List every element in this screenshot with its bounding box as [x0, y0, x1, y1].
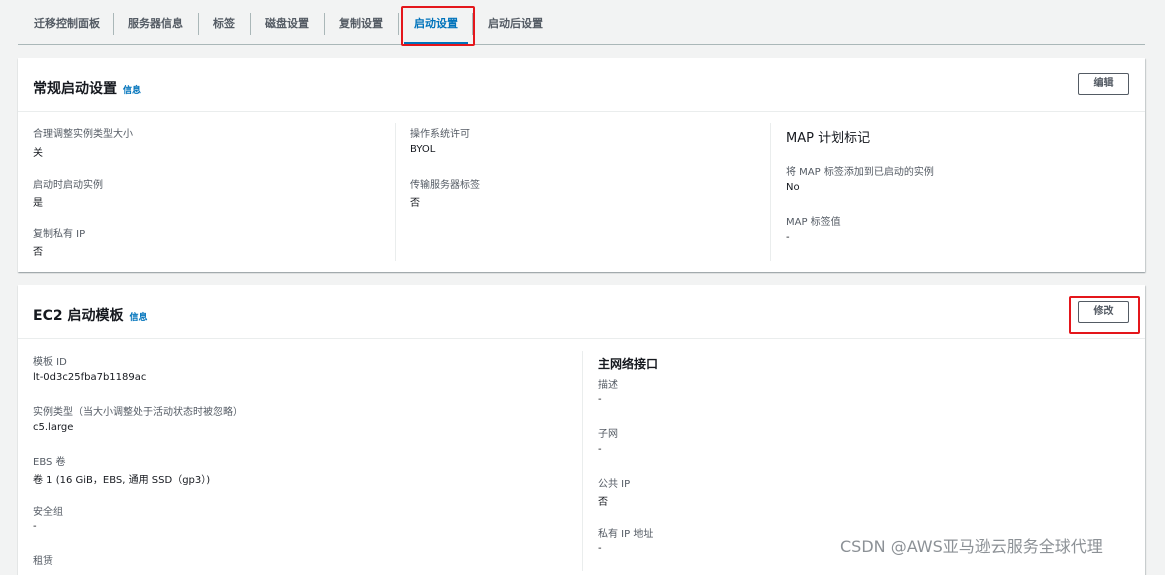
- field-label: 传输服务器标签: [410, 180, 480, 191]
- field-label: 复制私有 IP: [33, 229, 86, 240]
- panel-title: EC2 启动模板 信息: [33, 305, 147, 325]
- field-value: -: [786, 232, 790, 243]
- tab-divider: [398, 13, 399, 35]
- tab-bar: 迁移控制面板 服务器信息 标签 磁盘设置 复制设置 启动设置 启动后设置: [0, 0, 1165, 46]
- tab-divider: [113, 13, 114, 35]
- field-value: 卷 1 (16 GiB，EBS, 通用 SSD（gp3）): [33, 475, 211, 486]
- tab-server-info[interactable]: 服务器信息: [128, 12, 183, 36]
- tab-post-launch-settings[interactable]: 启动后设置: [488, 12, 543, 36]
- panel-title-text: 常规启动设置: [33, 81, 117, 97]
- highlight-box-launch-tab: [401, 6, 475, 46]
- tab-divider: [198, 13, 199, 35]
- ec2-launch-template-panel: EC2 启动模板 信息 修改 模板 ID lt-0d3c25fba7b1189ac…: [18, 285, 1145, 575]
- field-label: MAP 标签值: [786, 217, 841, 228]
- field-label: 子网: [598, 429, 618, 440]
- field-value: 是: [33, 198, 43, 209]
- field-label: 安全组: [33, 507, 63, 518]
- field-label: 实例类型（当大小调整处于活动状态时被忽略）: [33, 407, 243, 418]
- tab-disk-settings[interactable]: 磁盘设置: [265, 12, 309, 36]
- tab-baseline: [18, 44, 1145, 45]
- column-divider: [582, 351, 583, 571]
- field-value: 否: [410, 198, 420, 209]
- section-heading: MAP 计划标记: [786, 131, 871, 146]
- field-value: No: [786, 182, 800, 193]
- field-label: 私有 IP 地址: [598, 529, 654, 540]
- field-value: 关: [33, 148, 43, 159]
- field-value: 否: [598, 497, 608, 508]
- field-label: 启动时启动实例: [33, 180, 103, 191]
- tab-divider: [250, 13, 251, 35]
- field-value: BYOL: [410, 144, 436, 155]
- field-value: -: [33, 521, 37, 532]
- column-divider: [395, 123, 396, 261]
- info-link[interactable]: 信息: [123, 86, 141, 96]
- panel-header: 常规启动设置 信息 编辑: [18, 58, 1145, 112]
- highlight-box-modify: [1069, 296, 1140, 334]
- field-label: 公共 IP: [598, 479, 631, 490]
- field-value: lt-0d3c25fba7b1189ac: [33, 372, 147, 383]
- general-launch-settings-panel: 常规启动设置 信息 编辑 合理调整实例类型大小 关 启动时启动实例 是 复制私有 …: [18, 58, 1145, 272]
- info-link[interactable]: 信息: [129, 313, 147, 323]
- panel-title: 常规启动设置 信息: [33, 78, 141, 98]
- tab-divider: [324, 13, 325, 35]
- tab-tags[interactable]: 标签: [213, 12, 235, 36]
- edit-button[interactable]: 编辑: [1078, 73, 1129, 95]
- field-label: 模板 ID: [33, 357, 67, 368]
- panel-header: EC2 启动模板 信息 修改: [18, 285, 1145, 339]
- field-label: 合理调整实例类型大小: [33, 129, 133, 140]
- column-divider: [770, 123, 771, 261]
- field-value: c5.large: [33, 422, 74, 433]
- field-label: EBS 卷: [33, 457, 66, 468]
- field-value: -: [598, 444, 602, 455]
- field-value: -: [598, 543, 602, 554]
- watermark-text: CSDN @AWS亚马逊云服务全球代理: [840, 537, 1103, 556]
- tab-migration-dashboard[interactable]: 迁移控制面板: [34, 12, 100, 36]
- field-label: 租赁: [33, 556, 53, 567]
- field-label: 操作系统许可: [410, 129, 470, 140]
- field-label: 描述: [598, 380, 618, 391]
- panel-title-text: EC2 启动模板: [33, 308, 124, 324]
- tab-replication-settings[interactable]: 复制设置: [339, 12, 383, 36]
- field-label: 将 MAP 标签添加到已启动的实例: [786, 167, 934, 178]
- field-value: -: [598, 394, 602, 405]
- field-value: 否: [33, 247, 43, 258]
- section-heading: 主网络接口: [598, 357, 659, 371]
